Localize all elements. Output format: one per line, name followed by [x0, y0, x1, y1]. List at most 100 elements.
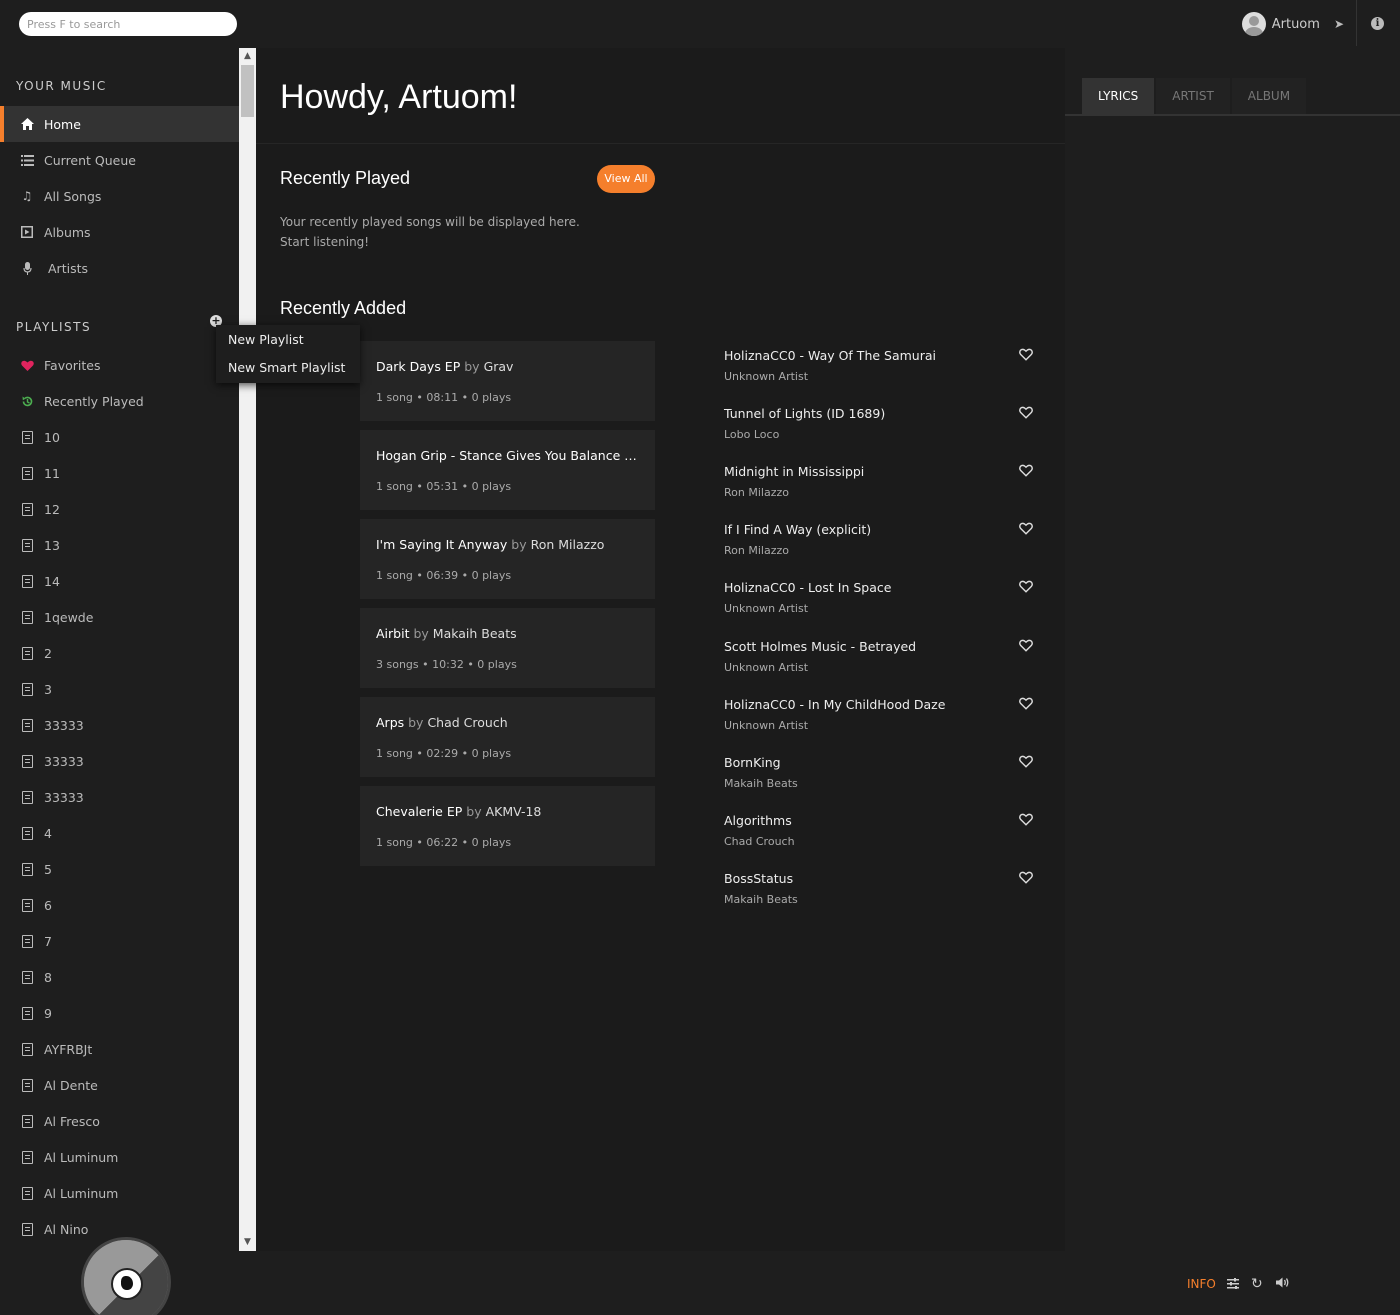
logout-icon[interactable]: ➤	[1334, 17, 1344, 31]
album-artist[interactable]: Ron Milazzo	[531, 537, 605, 552]
song-row[interactable]: HoliznaCC0 - Way Of The Samurai Unknown A…	[724, 348, 1044, 396]
album-name[interactable]: Airbit	[376, 626, 409, 641]
sidebar-item-playlist[interactable]: 33333	[0, 743, 239, 779]
sidebar-item-playlist[interactable]: 33333	[0, 707, 239, 743]
user-area[interactable]: Artuom ➤	[1241, 12, 1344, 36]
song-artist[interactable]: Makaih Beats	[724, 893, 798, 906]
scroll-thumb[interactable]	[241, 65, 254, 117]
username[interactable]: Artuom	[1272, 17, 1320, 32]
sidebar-item-artists[interactable]: Artists	[0, 250, 239, 286]
song-artist[interactable]: Unknown Artist	[724, 661, 808, 674]
info-toggle-button[interactable]: INFO	[1187, 1277, 1216, 1291]
heart-outline-icon[interactable]	[1019, 406, 1035, 422]
tab-album[interactable]: ALBUM	[1231, 78, 1307, 114]
song-artist[interactable]: Lobo Loco	[724, 428, 779, 441]
song-title: BornKing	[724, 755, 781, 770]
tab-artist[interactable]: ARTIST	[1156, 78, 1230, 114]
equalizer-icon[interactable]	[1227, 1278, 1239, 1289]
heart-outline-icon[interactable]	[1019, 522, 1035, 538]
sidebar-item-albums[interactable]: Albums	[0, 214, 239, 250]
sidebar-item-playlist[interactable]: 8	[0, 959, 239, 995]
heart-outline-icon[interactable]	[1019, 755, 1035, 771]
view-all-button[interactable]: View All	[597, 165, 655, 193]
album-card[interactable]: Arps by Chad Crouch 1 song • 02:29 • 0 pl…	[360, 697, 655, 777]
sidebar-item-playlist[interactable]: Favorites	[0, 347, 239, 383]
sidebar-item-playlist[interactable]: 4	[0, 815, 239, 851]
song-artist[interactable]: Ron Milazzo	[724, 486, 789, 499]
sidebar-item-all-songs[interactable]: ♫ All Songs	[0, 178, 239, 214]
album-artist[interactable]: AKMV-18	[486, 804, 542, 819]
song-row[interactable]: Algorithms Chad Crouch	[724, 813, 1044, 861]
sidebar-item-label: 3	[44, 681, 52, 697]
song-row[interactable]: Scott Holmes Music - Betrayed Unknown Art…	[724, 639, 1044, 687]
heart-outline-icon[interactable]	[1019, 639, 1035, 655]
sidebar-item-playlist[interactable]: 12	[0, 491, 239, 527]
heart-outline-icon[interactable]	[1019, 464, 1035, 480]
heart-outline-icon[interactable]	[1019, 813, 1035, 829]
new-smart-playlist-menu-item[interactable]: New Smart Playlist	[216, 358, 360, 386]
album-name[interactable]: Hogan Grip - Stance Gives You Balance	[376, 448, 620, 463]
song-artist[interactable]: Makaih Beats	[724, 777, 798, 790]
sidebar-item-playlist[interactable]: 6	[0, 887, 239, 923]
song-row[interactable]: If I Find A Way (explicit) Ron Milazzo	[724, 522, 1044, 570]
sidebar-item-playlist[interactable]: 2	[0, 635, 239, 671]
sidebar-item-playlist[interactable]: AYFRBJt	[0, 1031, 239, 1067]
heart-outline-icon[interactable]	[1019, 580, 1035, 596]
sidebar-item-playlist[interactable]: 13	[0, 527, 239, 563]
song-row[interactable]: Midnight in Mississippi Ron Milazzo	[724, 464, 1044, 512]
album-name[interactable]: Arps	[376, 715, 404, 730]
scroll-down-arrow-icon[interactable]: ▼	[239, 1234, 256, 1251]
tab-lyrics[interactable]: LYRICS	[1082, 78, 1155, 114]
song-row[interactable]: Tunnel of Lights (ID 1689) Lobo Loco	[724, 406, 1044, 454]
sidebar-item-playlist[interactable]: Al Fresco	[0, 1103, 239, 1139]
song-artist[interactable]: Chad Crouch	[724, 835, 795, 848]
album-name[interactable]: Dark Days EP	[376, 359, 460, 374]
new-playlist-menu-item[interactable]: New Playlist	[216, 330, 360, 358]
album-card[interactable]: Airbit by Makaih Beats 3 songs • 10:32 • …	[360, 608, 655, 688]
song-row[interactable]: BossStatus Makaih Beats	[724, 871, 1044, 919]
sidebar-scrollbar[interactable]: ▲ ▼	[239, 48, 256, 1251]
sidebar-item-playlist[interactable]: 5	[0, 851, 239, 887]
sidebar-item-playlist[interactable]: 9	[0, 995, 239, 1031]
sidebar-item-playlist[interactable]: Al Luminum	[0, 1139, 239, 1175]
sidebar-item-playlist[interactable]: Al Luminum	[0, 1175, 239, 1211]
search-input[interactable]	[19, 12, 237, 36]
sidebar-item-playlist[interactable]: 11	[0, 455, 239, 491]
song-artist[interactable]: Unknown Artist	[724, 719, 808, 732]
album-name[interactable]: Chevalerie EP	[376, 804, 462, 819]
album-card[interactable]: Hogan Grip - Stance Gives You Balance by…	[360, 430, 655, 510]
heart-outline-icon[interactable]	[1019, 697, 1035, 713]
avatar[interactable]	[1241, 12, 1266, 36]
album-artist[interactable]: Chad Crouch	[427, 715, 507, 730]
repeat-icon[interactable]: ↻	[1251, 1276, 1263, 1292]
album-artist[interactable]: Grav	[484, 359, 514, 374]
sidebar-item-playlist[interactable]: 7	[0, 923, 239, 959]
song-artist[interactable]: Unknown Artist	[724, 370, 808, 383]
empty-message-line: Your recently played songs will be displ…	[280, 215, 580, 229]
sidebar-item-playlist[interactable]: 14	[0, 563, 239, 599]
song-row[interactable]: HoliznaCC0 - Lost In Space Unknown Artist	[724, 580, 1044, 628]
song-artist[interactable]: Ron Milazzo	[724, 544, 789, 557]
sidebar-item-home[interactable]: Home	[0, 106, 239, 142]
sidebar-item-playlist[interactable]: 33333	[0, 779, 239, 815]
volume-icon[interactable]	[1276, 1277, 1289, 1291]
heart-outline-icon[interactable]	[1019, 348, 1035, 364]
song-artist[interactable]: Unknown Artist	[724, 602, 808, 615]
song-row[interactable]: HoliznaCC0 - In My ChildHood Daze Unknown…	[724, 697, 1044, 745]
sidebar-item-playlist[interactable]: 3	[0, 671, 239, 707]
scroll-up-arrow-icon[interactable]: ▲	[239, 48, 256, 65]
album-name[interactable]: I'm Saying It Anyway	[376, 537, 507, 552]
heart-outline-icon[interactable]	[1019, 871, 1035, 887]
album-card[interactable]: Dark Days EP by Grav 1 song • 08:11 • 0 p…	[360, 341, 655, 421]
info-icon[interactable]: i	[1371, 17, 1384, 30]
song-row[interactable]: BornKing Makaih Beats	[724, 755, 1044, 803]
sidebar-item-playlist[interactable]: 10	[0, 419, 239, 455]
sidebar-item-playlist[interactable]: Al Dente	[0, 1067, 239, 1103]
sidebar-item-playlist[interactable]: Recently Played	[0, 383, 239, 419]
album-cover[interactable]	[81, 1237, 171, 1315]
album-artist[interactable]: Makaih Beats	[433, 626, 517, 641]
album-card[interactable]: I'm Saying It Anyway by Ron Milazzo 1 son…	[360, 519, 655, 599]
sidebar-item-playlist[interactable]: 1qewde	[0, 599, 239, 635]
album-card[interactable]: Chevalerie EP by AKMV-18 1 song • 06:22 •…	[360, 786, 655, 866]
sidebar-item-current-queue[interactable]: Current Queue	[0, 142, 239, 178]
